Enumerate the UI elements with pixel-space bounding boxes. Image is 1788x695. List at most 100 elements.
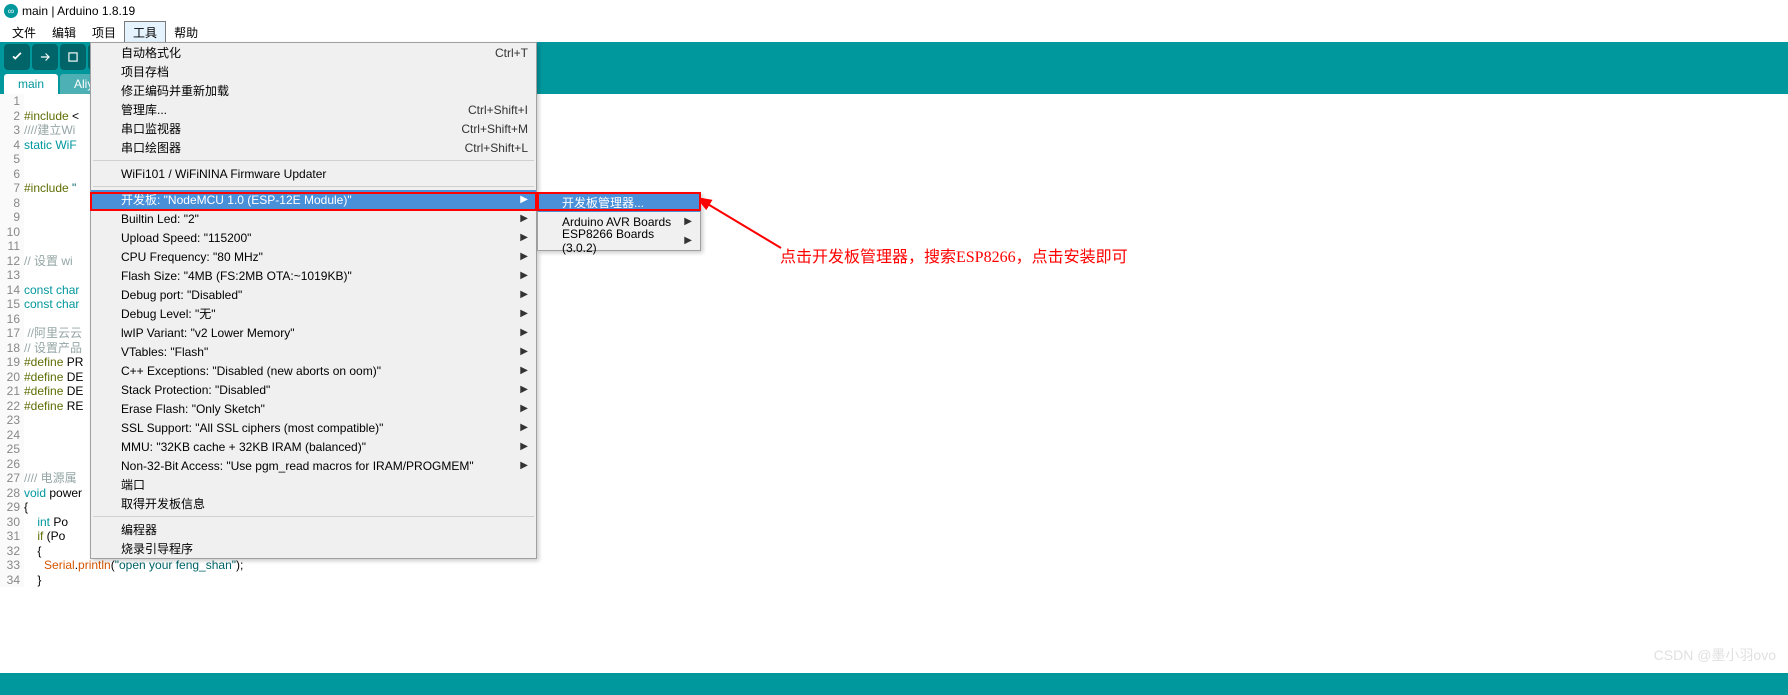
menu-item[interactable]: 项目存档 <box>91 62 536 81</box>
menu-item-label: Erase Flash: "Only Sketch" <box>121 402 265 416</box>
menu-item-label: Builtin Led: "2" <box>121 212 199 226</box>
menu-item-label: Flash Size: "4MB (FS:2MB OTA:~1019KB)" <box>121 269 352 283</box>
menu-item[interactable]: SSL Support: "All SSL ciphers (most comp… <box>91 418 536 437</box>
board-submenu: 开发板管理器...Arduino AVR Boards▶ESP8266 Boar… <box>537 192 701 251</box>
chevron-right-icon: ▶ <box>520 441 528 452</box>
menu-shortcut: Ctrl+Shift+M <box>461 122 528 136</box>
chevron-right-icon: ▶ <box>520 308 528 319</box>
menu-separator <box>93 186 534 187</box>
menu-item[interactable]: lwIP Variant: "v2 Lower Memory" ▶ <box>91 323 536 342</box>
chevron-right-icon: ▶ <box>520 251 528 262</box>
menu-item[interactable]: 串口绘图器 Ctrl+Shift+L <box>91 138 536 157</box>
annotation-arrow <box>701 198 791 258</box>
menu-item[interactable]: Upload Speed: "115200" ▶ <box>91 228 536 247</box>
menu-shortcut: Ctrl+Shift+L <box>465 141 528 155</box>
submenu-item[interactable]: ESP8266 Boards (3.0.2)▶ <box>538 231 700 250</box>
titlebar: main | Arduino 1.8.19 <box>0 0 1788 22</box>
code-line: 34 } <box>0 573 1788 588</box>
tools-menu-dropdown: 自动格式化 Ctrl+T 项目存档修正编码并重新加载管理库... Ctrl+Shift… <box>90 42 537 559</box>
menu-item-label: 项目存档 <box>121 63 169 80</box>
chevron-right-icon: ▶ <box>520 289 528 300</box>
submenu-item[interactable]: 开发板管理器... <box>538 193 700 212</box>
menu-item-label: SSL Support: "All SSL ciphers (most comp… <box>121 421 383 435</box>
menu-separator <box>93 516 534 517</box>
menu-item-label: Debug Level: "无" <box>121 305 216 322</box>
menu-item-label: 自动格式化 <box>121 44 181 61</box>
menu-item-label: 取得开发板信息 <box>121 495 205 512</box>
menu-item-label: 修正编码并重新加载 <box>121 82 229 99</box>
code-line: 33 Serial.println("open your feng_shan")… <box>0 558 1788 573</box>
menu-item[interactable]: Stack Protection: "Disabled" ▶ <box>91 380 536 399</box>
menu-item[interactable]: 编程器 <box>91 520 536 539</box>
menu-item[interactable]: VTables: "Flash" ▶ <box>91 342 536 361</box>
chevron-right-icon: ▶ <box>520 232 528 243</box>
menu-item[interactable]: 取得开发板信息 <box>91 494 536 513</box>
menu-item[interactable]: WiFi101 / WiFiNINA Firmware Updater <box>91 164 536 183</box>
menu-item[interactable]: Erase Flash: "Only Sketch" ▶ <box>91 399 536 418</box>
menu-item-label: Upload Speed: "115200" <box>121 231 251 245</box>
new-button[interactable] <box>60 44 86 70</box>
menu-item-label: CPU Frequency: "80 MHz" <box>121 250 263 264</box>
menubar: 文件编辑项目工具帮助 <box>0 22 1788 42</box>
menu-shortcut: Ctrl+Shift+I <box>468 103 528 117</box>
chevron-right-icon: ▶ <box>520 327 528 338</box>
chevron-right-icon: ▶ <box>520 270 528 281</box>
menu-item[interactable]: MMU: "32KB cache + 32KB IRAM (balanced)"… <box>91 437 536 456</box>
chevron-right-icon: ▶ <box>520 365 528 376</box>
menu-item-label: 烧录引导程序 <box>121 540 193 557</box>
menu-item-label: 编程器 <box>121 521 157 538</box>
menu-item-label: 开发板管理器... <box>562 194 644 211</box>
menu-item[interactable]: 管理库... Ctrl+Shift+I <box>91 100 536 119</box>
menu-item[interactable]: C++ Exceptions: "Disabled (new aborts on… <box>91 361 536 380</box>
menu-separator <box>93 160 534 161</box>
menu-item[interactable]: 自动格式化 Ctrl+T <box>91 43 536 62</box>
menu-item-label: lwIP Variant: "v2 Lower Memory" <box>121 326 294 340</box>
chevron-right-icon: ▶ <box>520 403 528 414</box>
menu-item-label: Debug port: "Disabled" <box>121 288 242 302</box>
menu-item-label: 端口 <box>121 476 145 493</box>
chevron-right-icon: ▶ <box>684 216 692 227</box>
menu-item[interactable]: Debug Level: "无" ▶ <box>91 304 536 323</box>
menu-item[interactable]: Flash Size: "4MB (FS:2MB OTA:~1019KB)" ▶ <box>91 266 536 285</box>
menu-item[interactable]: 串口监视器 Ctrl+Shift+M <box>91 119 536 138</box>
menu-item[interactable]: 修正编码并重新加载 <box>91 81 536 100</box>
menu-item-label: WiFi101 / WiFiNINA Firmware Updater <box>121 167 326 181</box>
menu-item-label: 串口监视器 <box>121 120 181 137</box>
menubar-item[interactable]: 编辑 <box>44 22 84 43</box>
menubar-item[interactable]: 项目 <box>84 22 124 43</box>
menu-item-label: C++ Exceptions: "Disabled (new aborts on… <box>121 364 381 378</box>
menu-item-label: MMU: "32KB cache + 32KB IRAM (balanced)" <box>121 440 366 454</box>
chevron-right-icon: ▶ <box>520 213 528 224</box>
menu-item[interactable]: Non-32-Bit Access: "Use pgm_read macros … <box>91 456 536 475</box>
window-title: main | Arduino 1.8.19 <box>22 4 135 18</box>
chevron-right-icon: ▶ <box>520 384 528 395</box>
chevron-right-icon: ▶ <box>520 460 528 471</box>
annotation-text: 点击开发板管理器，搜索ESP8266，点击安装即可 <box>780 243 1128 267</box>
chevron-right-icon: ▶ <box>520 422 528 433</box>
chevron-right-icon: ▶ <box>520 194 528 205</box>
menu-item[interactable]: CPU Frequency: "80 MHz" ▶ <box>91 247 536 266</box>
chevron-right-icon: ▶ <box>684 235 692 246</box>
menu-item-label: 管理库... <box>121 101 167 118</box>
upload-button[interactable] <box>32 44 58 70</box>
statusbar <box>0 673 1788 695</box>
menu-item-label: Stack Protection: "Disabled" <box>121 383 270 397</box>
menu-item[interactable]: 烧录引导程序 <box>91 539 536 558</box>
tab[interactable]: main <box>4 74 58 94</box>
menu-item-label: 串口绘图器 <box>121 139 181 156</box>
menu-item-label: VTables: "Flash" <box>121 345 208 359</box>
menu-item-label: Non-32-Bit Access: "Use pgm_read macros … <box>121 459 474 473</box>
menubar-item[interactable]: 工具 <box>124 21 166 44</box>
menu-item[interactable]: Debug port: "Disabled" ▶ <box>91 285 536 304</box>
menu-item[interactable]: 端口 <box>91 475 536 494</box>
app-icon <box>4 4 18 18</box>
watermark: CSDN @墨小羽ovo <box>1654 645 1776 665</box>
menu-item[interactable]: Builtin Led: "2" ▶ <box>91 209 536 228</box>
chevron-right-icon: ▶ <box>520 346 528 357</box>
menubar-item[interactable]: 文件 <box>4 22 44 43</box>
verify-button[interactable] <box>4 44 30 70</box>
menu-shortcut: Ctrl+T <box>495 46 528 60</box>
menu-item[interactable]: 开发板: "NodeMCU 1.0 (ESP-12E Module)" ▶ <box>91 190 536 209</box>
menubar-item[interactable]: 帮助 <box>166 22 206 43</box>
menu-item-label: 开发板: "NodeMCU 1.0 (ESP-12E Module)" <box>121 191 352 208</box>
